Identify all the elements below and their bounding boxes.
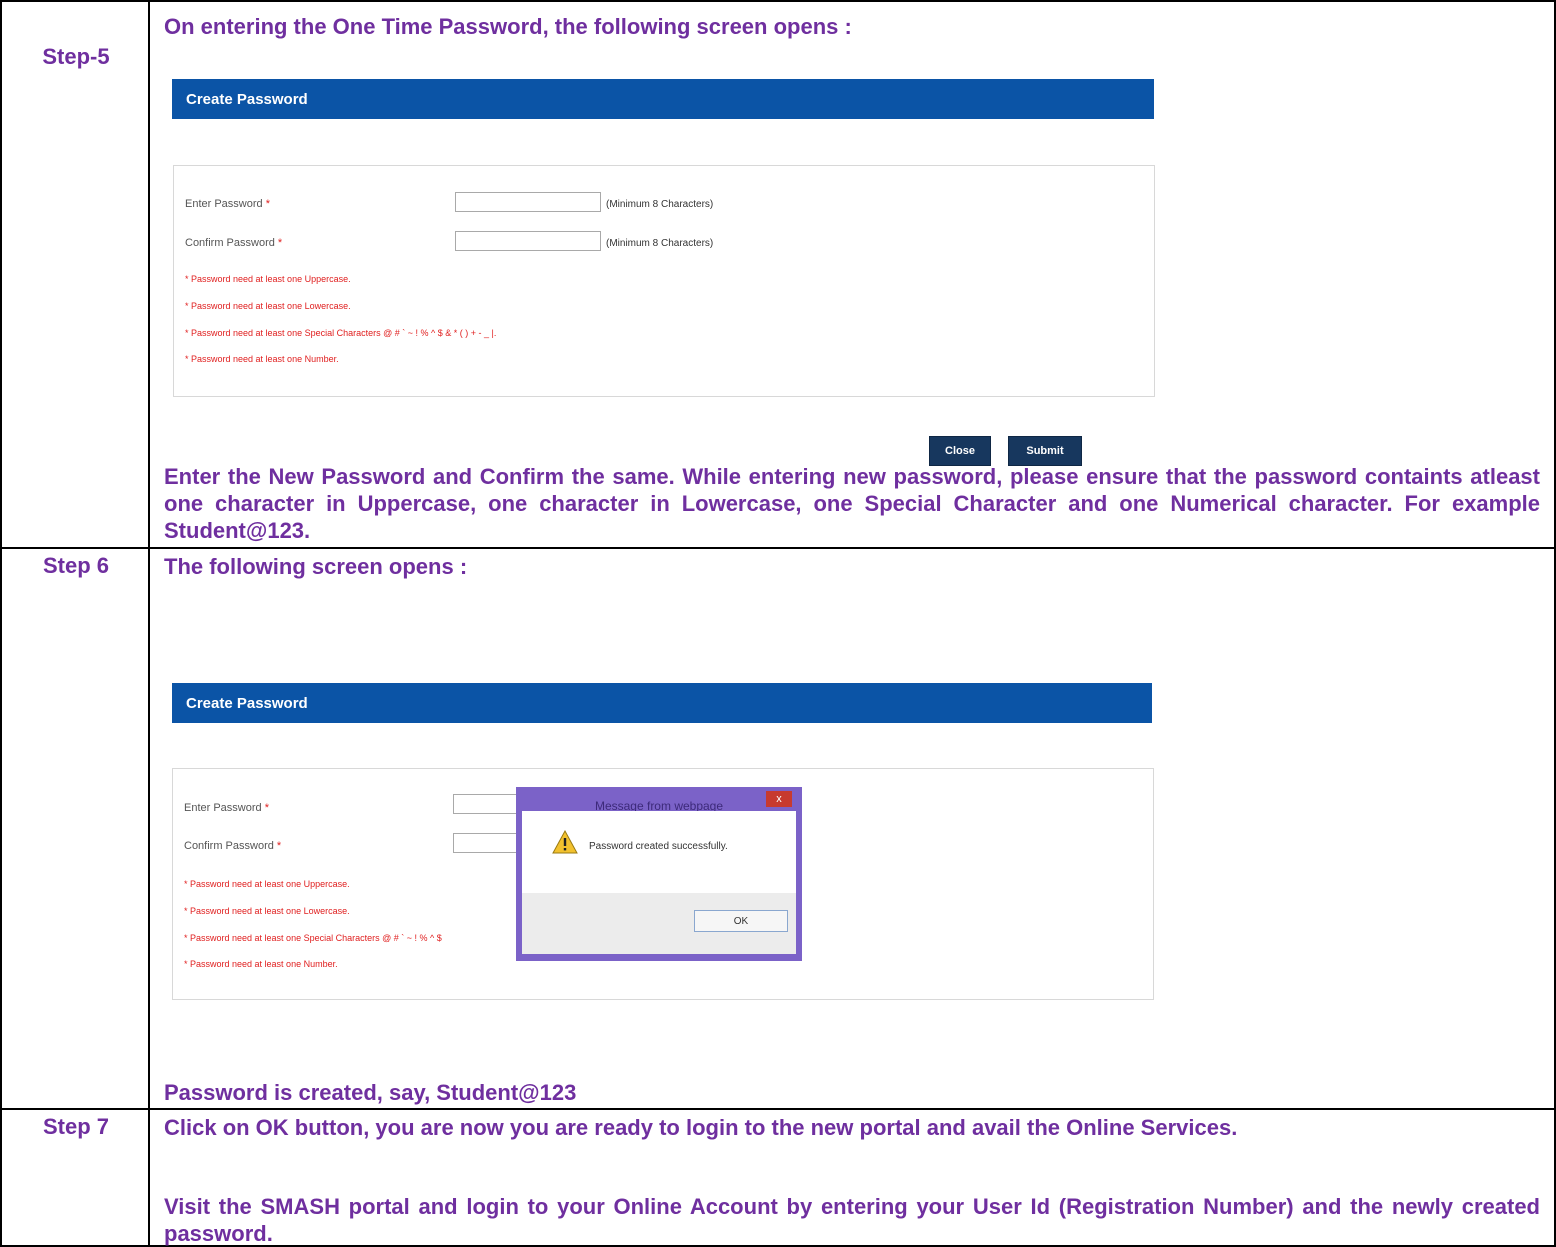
enter-password-input-2[interactable] (453, 794, 523, 814)
rule-uppercase-2: * Password need at least one Uppercase. (184, 879, 350, 889)
step-7-paragraph-1: Click on OK button, you are now you are … (164, 1115, 1238, 1140)
table-row-divider-2 (0, 1108, 1556, 1110)
confirm-password-label: Confirm Password * (185, 237, 283, 249)
table-border-left (0, 0, 2, 1247)
ok-button[interactable]: OK (694, 910, 788, 932)
close-icon: x (776, 793, 782, 805)
step-6-description: Password is created, say, Student@123 (164, 1080, 577, 1105)
create-password-header-2: Create Password (172, 683, 1152, 723)
rule-number: * Password need at least one Number. (185, 354, 339, 364)
submit-button[interactable]: Submit (1008, 436, 1082, 466)
dialog-message: Password created successfully. (589, 841, 728, 852)
rule-lowercase: * Password need at least one Lowercase. (185, 301, 351, 311)
dialog-close-button[interactable]: x (766, 791, 792, 807)
enter-password-hint: (Minimum 8 Characters) (606, 199, 714, 210)
enter-password-label-2: Enter Password * (184, 802, 269, 814)
step-5-label: Step-5 (42, 44, 110, 69)
confirm-password-input-2[interactable] (453, 833, 523, 853)
create-password-title: Create Password (186, 90, 308, 108)
table-row-divider-1 (0, 547, 1556, 549)
step-5-intro: On entering the One Time Password, the f… (164, 14, 852, 39)
step-7-label: Step 7 (42, 1114, 110, 1139)
dialog-body: Password created successfully. (522, 811, 796, 893)
table-border-top (0, 0, 1556, 2)
message-dialog: Message from webpage x Password created … (516, 787, 802, 961)
rule-lowercase-2: * Password need at least one Lowercase. (184, 906, 350, 916)
create-password-title-2: Create Password (186, 694, 308, 712)
warning-triangle-icon (552, 830, 578, 854)
step-7-paragraph-2: Visit the SMASH portal and login to your… (164, 1194, 1540, 1246)
confirm-password-input[interactable] (455, 231, 601, 251)
rule-special-2: * Password need at least one Special Cha… (184, 933, 442, 943)
step-6-label: Step 6 (42, 553, 110, 578)
step-5-description: Enter the New Password and Confirm the s… (164, 464, 1540, 543)
close-button[interactable]: Close (929, 436, 991, 466)
dialog-footer: OK (522, 893, 796, 954)
confirm-password-label-2: Confirm Password * (184, 840, 282, 852)
rule-uppercase: * Password need at least one Uppercase. (185, 274, 351, 284)
rule-special: * Password need at least one Special Cha… (185, 328, 497, 338)
enter-password-input[interactable] (455, 192, 601, 212)
create-password-form: Enter Password * (Minimum 8 Characters) … (173, 165, 1155, 397)
rule-number-2: * Password need at least one Number. (184, 959, 338, 969)
step-6-intro: The following screen opens : (164, 554, 468, 579)
table-column-divider (148, 0, 150, 1247)
confirm-password-hint: (Minimum 8 Characters) (606, 238, 714, 249)
enter-password-label: Enter Password * (185, 198, 270, 210)
create-password-header: Create Password (172, 79, 1154, 119)
